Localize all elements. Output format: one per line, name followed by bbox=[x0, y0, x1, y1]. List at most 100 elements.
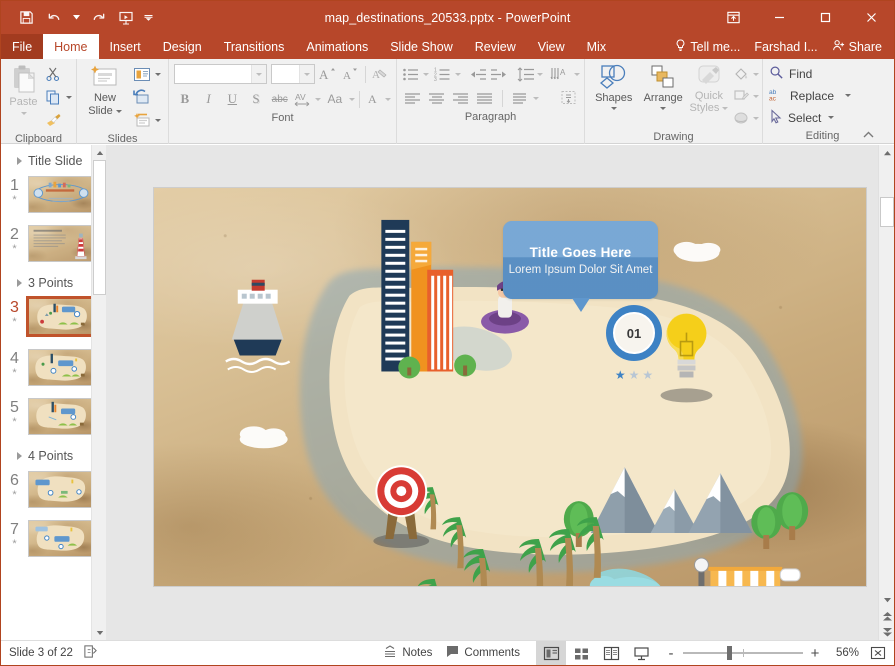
text-direction-dropdown-icon[interactable] bbox=[574, 73, 580, 76]
font-color-dropdown-icon[interactable] bbox=[385, 98, 391, 101]
next-slide-icon[interactable] bbox=[879, 624, 895, 640]
select-dropdown-icon[interactable] bbox=[828, 116, 834, 119]
line-spacing-dropdown-icon[interactable] bbox=[537, 73, 543, 76]
zoom-slider-thumb[interactable] bbox=[727, 646, 732, 660]
section-collapse-icon[interactable] bbox=[17, 157, 22, 165]
tab-review[interactable]: Review bbox=[464, 34, 527, 59]
accessibility-icon[interactable] bbox=[83, 644, 98, 662]
character-spacing-button[interactable]: AV bbox=[293, 88, 313, 110]
text-direction-button[interactable]: A bbox=[550, 63, 572, 85]
text-shadow-button[interactable]: S bbox=[245, 88, 267, 110]
list-item[interactable]: 4 * bbox=[1, 346, 104, 389]
section-dropdown-icon[interactable] bbox=[155, 119, 161, 122]
section-header-3-points[interactable]: 3 Points bbox=[1, 271, 104, 295]
tell-me-box[interactable]: Tell me... bbox=[669, 34, 746, 59]
numbering-button[interactable]: 123 bbox=[434, 63, 453, 85]
fit-to-window-button[interactable] bbox=[866, 641, 890, 666]
shape-effects-dropdown-icon[interactable] bbox=[753, 117, 759, 120]
list-item[interactable]: 5 * bbox=[1, 395, 104, 438]
section-header-4-points[interactable]: 4 Points bbox=[1, 444, 104, 468]
list-item[interactable]: 6 * bbox=[1, 468, 104, 511]
list-item[interactable]: 2 * bbox=[1, 222, 104, 265]
decrease-font-size-button[interactable]: A bbox=[340, 63, 361, 85]
cut-button[interactable] bbox=[42, 63, 72, 85]
slide-canvas[interactable]: Title Goes Here Lorem Ipsum Dolor Sit Am… bbox=[153, 187, 867, 587]
slide-thumbnail[interactable] bbox=[28, 349, 94, 386]
bullets-button[interactable] bbox=[402, 63, 421, 85]
notes-button[interactable]: Notes bbox=[383, 645, 432, 662]
customize-qat-icon[interactable] bbox=[141, 6, 155, 30]
italic-button[interactable]: I bbox=[198, 88, 220, 110]
comments-button[interactable]: Comments bbox=[446, 645, 520, 661]
align-right-button[interactable] bbox=[450, 87, 472, 109]
line-spacing-button[interactable] bbox=[516, 63, 535, 85]
find-button[interactable]: Find bbox=[769, 63, 878, 84]
align-center-button[interactable] bbox=[426, 87, 448, 109]
user-account-label[interactable]: Farshad I... bbox=[748, 34, 823, 59]
clear-formatting-button[interactable]: A bbox=[370, 63, 391, 85]
bullets-dropdown-icon[interactable] bbox=[423, 73, 429, 76]
shape-outline-button[interactable] bbox=[731, 85, 759, 107]
tab-animations[interactable]: Animations bbox=[295, 34, 379, 59]
save-icon[interactable] bbox=[13, 6, 39, 30]
quick-styles-dropdown-icon[interactable] bbox=[722, 107, 728, 110]
reset-button[interactable] bbox=[131, 86, 161, 108]
increase-font-size-button[interactable]: A bbox=[317, 63, 338, 85]
slide-thumbnail[interactable] bbox=[28, 398, 94, 435]
shape-fill-dropdown-icon[interactable] bbox=[753, 73, 759, 76]
collapse-ribbon-icon[interactable] bbox=[862, 128, 876, 142]
numbering-dropdown-icon[interactable] bbox=[455, 73, 461, 76]
section-collapse-icon[interactable] bbox=[17, 452, 22, 460]
shape-effects-button[interactable] bbox=[731, 107, 759, 129]
slide-thumbnail[interactable] bbox=[28, 225, 94, 262]
scroll-down-icon[interactable] bbox=[879, 592, 895, 608]
shapes-button[interactable]: Shapes bbox=[589, 62, 638, 110]
paste-button[interactable]: Paste bbox=[5, 62, 42, 115]
underline-button[interactable]: U bbox=[221, 88, 243, 110]
reading-view-button[interactable] bbox=[596, 641, 626, 666]
minimize-icon[interactable] bbox=[756, 1, 802, 34]
zoom-slider[interactable] bbox=[683, 646, 803, 660]
shapes-dropdown-icon[interactable] bbox=[611, 107, 617, 110]
ribbon-display-options-icon[interactable] bbox=[710, 1, 756, 34]
change-case-button[interactable]: Aa bbox=[323, 88, 348, 110]
increase-indent-button[interactable] bbox=[489, 63, 508, 85]
layout-dropdown-icon[interactable] bbox=[155, 73, 161, 76]
copy-button[interactable] bbox=[42, 86, 72, 108]
section-collapse-icon[interactable] bbox=[17, 279, 22, 287]
slide-indicator[interactable]: Slide 3 of 22 bbox=[9, 647, 73, 659]
slide-thumbnail-panel[interactable]: Title Slide 1 * bbox=[1, 145, 106, 640]
paste-dropdown-icon[interactable] bbox=[21, 112, 27, 115]
undo-dropdown-icon[interactable] bbox=[69, 6, 83, 30]
strikethrough-button[interactable]: abc bbox=[269, 88, 291, 110]
font-size-combobox[interactable] bbox=[271, 64, 315, 84]
shape-outline-dropdown-icon[interactable] bbox=[753, 95, 759, 98]
copy-dropdown-icon[interactable] bbox=[66, 96, 72, 99]
close-icon[interactable] bbox=[848, 1, 894, 34]
arrange-dropdown-icon[interactable] bbox=[660, 107, 666, 110]
section-header-title-slide[interactable]: Title Slide bbox=[1, 149, 104, 173]
slide-area-scrollbar[interactable] bbox=[878, 145, 894, 640]
format-painter-button[interactable] bbox=[42, 109, 72, 131]
slide-thumbnail[interactable] bbox=[28, 471, 94, 508]
scrollbar-thumb[interactable] bbox=[93, 160, 106, 295]
maximize-icon[interactable] bbox=[802, 1, 848, 34]
decrease-indent-button[interactable] bbox=[469, 63, 488, 85]
tab-file[interactable]: File bbox=[1, 34, 43, 59]
zoom-level-label[interactable]: 56% bbox=[827, 647, 859, 659]
replace-button[interactable]: abac Replace bbox=[769, 85, 878, 106]
layout-button[interactable] bbox=[131, 63, 161, 85]
list-item[interactable]: 3 * bbox=[1, 295, 104, 340]
zoom-in-button[interactable]: + bbox=[810, 645, 820, 662]
select-button[interactable]: Select bbox=[769, 107, 878, 128]
replace-dropdown-icon[interactable] bbox=[845, 94, 851, 97]
tab-view[interactable]: View bbox=[527, 34, 576, 59]
redo-icon[interactable] bbox=[85, 6, 111, 30]
tab-home[interactable]: Home bbox=[43, 34, 98, 59]
share-button[interactable]: Share bbox=[826, 34, 890, 59]
new-slide-dropdown-icon[interactable] bbox=[116, 110, 122, 113]
character-spacing-dropdown-icon[interactable] bbox=[315, 98, 321, 101]
columns-button[interactable] bbox=[509, 87, 531, 109]
tab-insert[interactable]: Insert bbox=[99, 34, 152, 59]
number-badge[interactable]: 01 bbox=[606, 305, 662, 361]
